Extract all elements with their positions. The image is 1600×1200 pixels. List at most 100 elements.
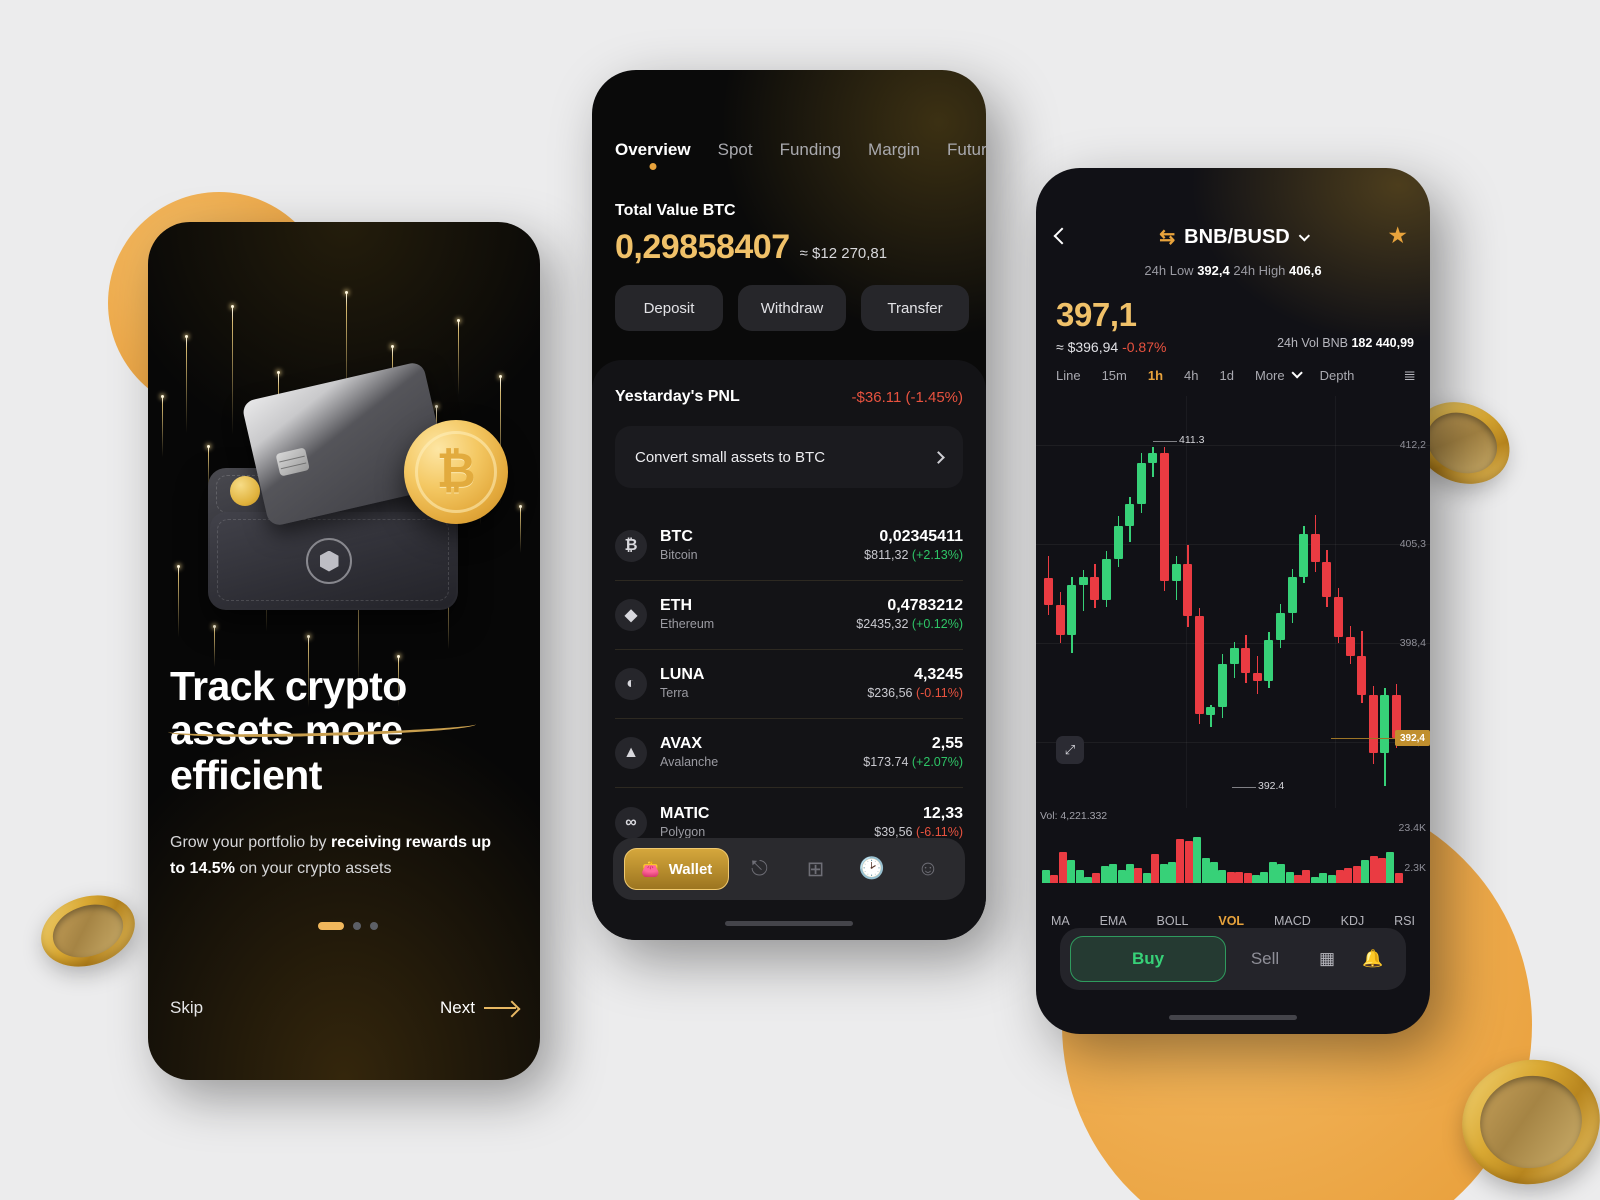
candle-body [1194,616,1204,715]
asset-amount: 4,3245 [914,666,963,684]
nav-person-icon[interactable]: ☺ [902,857,954,881]
interval-15m[interactable]: 15m [1102,368,1127,383]
price-sub-row: ≈ $396,94 -0.87% [1056,339,1166,355]
asset-name: Avalanche [660,755,719,770]
trading-pair-selector[interactable]: ⇆ BNB/BUSD [1159,226,1311,249]
interval-more[interactable]: More [1255,367,1303,383]
convert-small-assets-button[interactable]: Convert small assets to BTC [615,426,963,488]
volume-bar [1184,840,1193,883]
pagination-dot-3[interactable] [370,922,378,930]
sparkle [213,625,216,667]
candle-body [1357,655,1367,696]
candle-body [1287,576,1297,614]
calculator-icon[interactable]: ▦ [1304,949,1350,969]
tab-overview[interactable]: Overview [615,140,691,160]
nav-plus-icon[interactable]: ⊞ [789,857,841,882]
wallet-tab-bar[interactable]: Overview Spot Funding Margin Futur [615,140,986,160]
interval-1h[interactable]: 1h [1148,368,1163,383]
indicator-macd[interactable]: MACD [1274,914,1311,928]
next-button[interactable]: Next [440,998,518,1018]
volume-bar [1302,869,1311,883]
volume-bar [1260,871,1269,883]
volume-bar [1058,852,1067,883]
withdraw-button[interactable]: Withdraw [738,285,846,331]
asset-row[interactable]: ₿ BTC Bitcoin 0,02345411 $811,32 (+2.13%) [615,512,963,581]
price-tick: 398,4 [1399,637,1426,650]
volume-bar [1193,837,1202,883]
arrow-right-icon [484,1002,518,1014]
volume-bar [1067,860,1076,883]
indicator-boll[interactable]: BOLL [1157,914,1189,928]
volume-bar [1386,852,1395,883]
nav-clock-icon[interactable]: 🕑 [846,857,898,881]
volume-tick: 23.4K [1398,822,1426,834]
volume-bar [1327,875,1336,883]
nav-wallet-label: Wallet [668,860,713,878]
candle-body [1252,673,1262,682]
interval-depth[interactable]: Depth [1320,368,1355,383]
candle-body [1148,453,1158,463]
asset-row[interactable]: ◆ ETH Ethereum 0,4783212 $2435,32 (+0.12%) [615,581,963,650]
volume-bar [1285,871,1294,883]
asset-names: AVAX Avalanche [660,734,863,772]
bottom-navigation-bar[interactable]: 👛 Wallet ⎋ ⊞ 🕑 ☺ [613,838,965,900]
pagination-dot-2[interactable] [353,922,361,930]
transfer-button[interactable]: Transfer [861,285,969,331]
tab-spot[interactable]: Spot [718,140,753,160]
deposit-button[interactable]: Deposit [615,285,723,331]
indicator-ema[interactable]: EMA [1100,914,1127,928]
volume-bar [1134,867,1143,883]
chevron-right-icon [932,450,945,464]
nav-chart-icon[interactable]: ⎋ [733,857,785,881]
expand-icon[interactable]: ⤢ [1056,736,1084,764]
interval-tab-bar[interactable]: Line 15m 1h 4h 1d More Depth ≣ [1056,366,1416,384]
asset-change: (-0.11%) [915,686,963,701]
star-icon[interactable]: ★ [1387,224,1408,247]
back-icon[interactable] [1053,227,1071,245]
person-icon: ☺ [917,857,939,880]
small-coin-icon [230,476,260,506]
pair-label: BNB/BUSD [1184,226,1290,248]
wallet-illustration: ₿ [208,360,508,622]
volume-bar [1344,867,1353,883]
candlestick-chart[interactable]: 412,2405,3398,4391,4392,4 411.3392.4 ⤢ [1036,396,1430,808]
volume-bar [1235,871,1244,883]
wallet-action-buttons[interactable]: Deposit Withdraw Transfer [615,285,969,331]
sliders-icon[interactable]: ≣ [1403,366,1416,384]
volume-bar [1226,871,1235,883]
high-label: 24h High [1233,263,1286,278]
volume-bar [1336,869,1344,883]
indicator-vol[interactable]: VOL [1218,914,1244,928]
decor-coin-left [31,883,145,979]
pagination-dots[interactable] [318,922,378,930]
interval-4h[interactable]: 4h [1184,368,1198,383]
candle-body [1067,584,1077,636]
asset-amount: 2,55 [931,735,963,753]
sparkle [177,565,180,637]
indicator-ma[interactable]: MA [1051,914,1070,928]
indicator-kdj[interactable]: KDJ [1341,914,1365,928]
asset-symbol: AVAX [660,735,703,753]
chevron-down-icon [1291,367,1303,379]
skip-button[interactable]: Skip [170,998,203,1018]
buy-button[interactable]: Buy [1070,936,1226,982]
asset-row[interactable]: ▲ AVAX Avalanche 2,55 $173.74 (+2.07%) [615,719,963,788]
interval-1d[interactable]: 1d [1220,368,1234,383]
candle-body [1136,462,1146,504]
asset-values: 0,4783212 $2435,32 (+0.12%) [856,596,963,634]
indicator-rsi[interactable]: RSI [1394,914,1415,928]
asset-row[interactable]: ◐ LUNA Terra 4,3245 $236,56 (-0.11%) [615,650,963,719]
sell-button[interactable]: Sell [1226,949,1304,969]
tab-funding[interactable]: Funding [780,140,841,160]
nav-wallet-active[interactable]: 👛 Wallet [624,848,730,890]
bell-icon[interactable]: 🔔 [1350,949,1396,969]
asset-usd-row: $2435,32 (+0.12%) [856,615,963,634]
asset-values: 12,33 $39,56 (-6.11%) [874,804,963,842]
interval-line[interactable]: Line [1056,368,1081,383]
tab-margin[interactable]: Margin [868,140,920,160]
candle-body [1125,503,1135,526]
pagination-dot-1[interactable] [318,922,344,930]
tab-futur[interactable]: Futur [947,140,986,160]
volume-bar [1378,858,1386,883]
volume-bar [1294,875,1302,883]
